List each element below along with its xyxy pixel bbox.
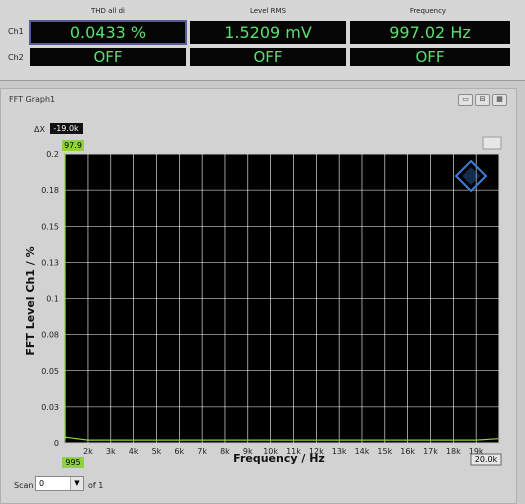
series-point	[292, 439, 295, 441]
series-point	[338, 439, 340, 441]
ch2-frequency-readout[interactable]: OFF	[350, 48, 510, 66]
series-point	[155, 439, 158, 441]
x-tick-label: 3k	[106, 447, 116, 456]
scan-label: Scan	[14, 481, 34, 490]
series-point	[75, 437, 78, 440]
y-tick-label: 0	[54, 439, 59, 448]
row-label-ch1: Ch1	[8, 27, 24, 36]
x-tick-label: 18k	[446, 447, 461, 456]
row-label-ch2: Ch2	[8, 53, 24, 62]
y-tick-label: 0.08	[41, 331, 59, 340]
x-end-value: 20.0k	[475, 455, 498, 464]
y-tick-labels: 0.2 0.18 0.15 0.13 0.1 0.08 0.05 0.03 0	[41, 150, 59, 448]
series-point	[201, 439, 203, 441]
series-point	[132, 439, 135, 441]
y-tick-label: 0.05	[41, 367, 59, 376]
fft-graph-window: FFT Graph1 ▭ ⊟ ▦ 0.2 0.18 0.15 0.13 0.1 0.08 0…	[0, 88, 517, 504]
meter-panel: THD all di Level RMS Frequency Ch1 Ch2 0…	[0, 0, 525, 81]
series-point	[475, 439, 477, 441]
x-tick-label: 8k	[220, 447, 230, 456]
series-point	[247, 439, 249, 441]
series-point	[64, 153, 66, 155]
y-tick-label: 0.15	[41, 222, 59, 231]
y-tick-label: 0.2	[46, 150, 59, 159]
series-point	[361, 439, 363, 441]
series-point	[64, 437, 66, 440]
column-header-thd: THD all di	[91, 7, 125, 15]
x-tick-label: 13k	[332, 447, 347, 456]
x-tick-label: 2k	[83, 447, 93, 456]
scan-value: 0	[39, 479, 45, 488]
x-axis-title: Frequency / Hz	[233, 452, 325, 465]
column-header-frequency: Frequency	[409, 7, 447, 15]
x-start-value: 995	[65, 458, 80, 467]
x-tick-label: 14k	[355, 447, 370, 456]
delta-x-value: -19.0k	[53, 124, 79, 133]
x-tick-label: 15k	[377, 447, 392, 456]
y-readout-value: 97.9	[64, 141, 82, 150]
cursor-handle	[482, 136, 502, 150]
y-tick-label: 0.18	[41, 186, 59, 195]
series-point	[224, 439, 226, 441]
y-tick-label: 0.03	[41, 403, 59, 412]
ch2-thd-readout[interactable]: OFF	[30, 48, 186, 66]
x-tick-label: 7k	[197, 447, 207, 456]
ch1-thd-readout[interactable]: 0.0433 %	[29, 20, 187, 45]
column-header-level: Level RMS	[249, 7, 287, 15]
series-point	[87, 439, 89, 441]
y-tick-label: 0.13	[41, 258, 59, 267]
series-point	[406, 439, 409, 441]
series-point	[315, 439, 318, 441]
series-point	[64, 436, 66, 439]
series-point	[452, 439, 455, 441]
scan-of-label: of 1	[88, 481, 104, 490]
y-axis-title: FFT Level Ch1 / %	[24, 246, 37, 355]
series-point	[498, 437, 500, 440]
ch2-level-readout[interactable]: OFF	[190, 48, 346, 66]
x-tick-label: 17k	[423, 447, 438, 456]
ch1-frequency-readout[interactable]: 997.02 Hz	[350, 21, 510, 44]
x-tick-label: 4k	[129, 447, 139, 456]
series-point	[429, 439, 432, 441]
x-tick-label: 6k	[174, 447, 184, 456]
fft-chart[interactable]: 0.2 0.18 0.15 0.13 0.1 0.08 0.05 0.03 0 2k 3k 4k 5k…	[1, 89, 516, 474]
series-point	[384, 439, 386, 441]
x-tick-label: 16k	[400, 447, 415, 456]
ch1-level-readout[interactable]: 1.5209 mV	[190, 21, 346, 44]
series-point	[109, 439, 112, 441]
scan-dropdown[interactable]: 0 ▼	[35, 476, 84, 491]
series-point	[178, 439, 181, 441]
x-tick-label: 5k	[152, 447, 162, 456]
y-tick-label: 0.1	[46, 295, 59, 304]
chevron-down-icon[interactable]: ▼	[70, 477, 83, 490]
series-point	[269, 439, 272, 441]
delta-x-label: ΔX	[34, 125, 45, 134]
